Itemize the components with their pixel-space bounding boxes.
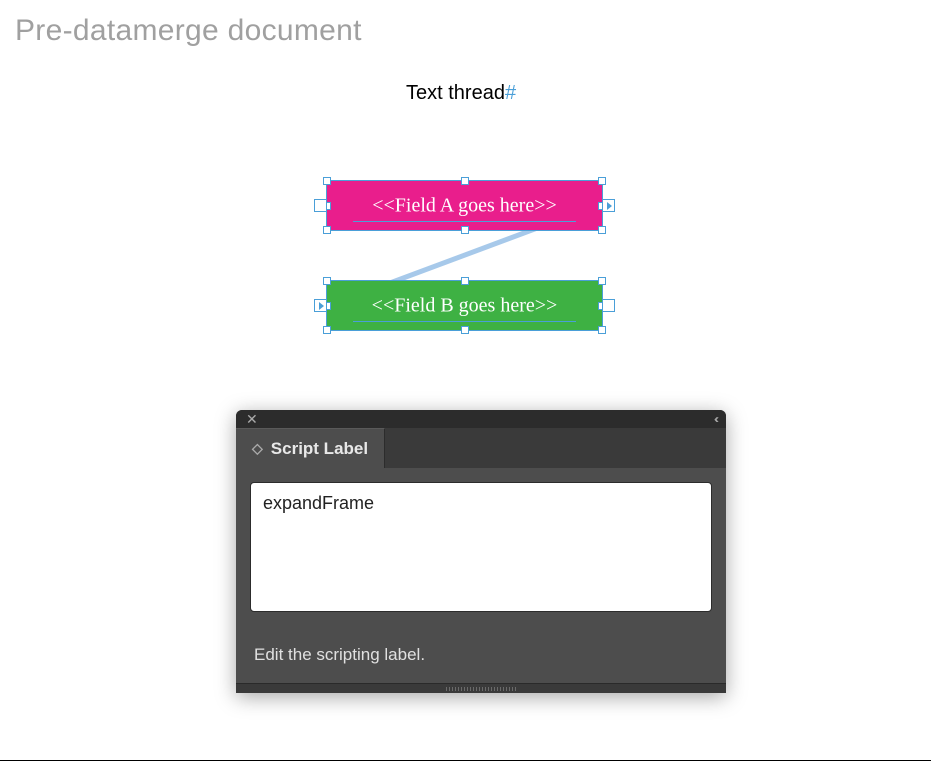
in-port[interactable]	[314, 299, 327, 312]
script-label-input[interactable]: expandFrame	[250, 482, 712, 612]
selection-handle[interactable]	[323, 177, 331, 185]
selection-handle[interactable]	[461, 326, 469, 334]
selection-handle[interactable]	[461, 177, 469, 185]
text-thread-text: Text thread	[406, 82, 505, 104]
selection-handle[interactable]	[461, 277, 469, 285]
page-heading: Pre-datamerge document	[15, 14, 362, 48]
field-b-placeholder: <<Field B goes here>>	[372, 294, 558, 317]
selection-handle[interactable]	[323, 326, 331, 334]
text-baseline-b	[353, 321, 576, 322]
panel-body: expandFrame	[236, 468, 726, 631]
end-of-story-marker: #	[505, 82, 516, 104]
thread-out-icon	[607, 202, 612, 210]
selection-handle[interactable]	[598, 226, 606, 234]
out-port[interactable]	[602, 299, 615, 312]
selection-handle[interactable]	[598, 277, 606, 285]
collapse-icon[interactable]: ‹‹	[714, 412, 716, 426]
tab-script-label[interactable]: ◇ Script Label	[236, 428, 385, 468]
selection-handle[interactable]	[598, 177, 606, 185]
out-port[interactable]	[602, 199, 615, 212]
close-icon[interactable]: ✕	[246, 412, 258, 426]
selection-handle[interactable]	[461, 226, 469, 234]
selection-handle[interactable]	[323, 226, 331, 234]
canvas-area[interactable]: <<Field A goes here>> <<Field B goes her…	[326, 180, 603, 335]
script-label-panel: ✕ ‹‹ ◇ Script Label expandFrame Edit the…	[236, 410, 726, 693]
field-a-placeholder: <<Field A goes here>>	[372, 194, 557, 217]
grip-lines-icon	[446, 687, 516, 691]
tab-grip-icon: ◇	[252, 440, 263, 457]
text-thread-label: Text thread#	[406, 82, 516, 105]
panel-titlebar[interactable]: ✕ ‹‹	[236, 410, 726, 428]
thread-in-icon	[319, 302, 324, 310]
panel-resize-grip[interactable]	[236, 683, 726, 693]
selection-handle[interactable]	[598, 326, 606, 334]
panel-tab-bar: ◇ Script Label	[236, 428, 726, 468]
in-port[interactable]	[314, 199, 327, 212]
text-baseline-a	[353, 221, 576, 222]
selection-handle[interactable]	[323, 277, 331, 285]
tab-label: Script Label	[271, 439, 368, 459]
text-frame-field-a[interactable]: <<Field A goes here>>	[326, 180, 603, 231]
panel-hint: Edit the scripting label.	[236, 631, 726, 683]
text-frame-field-b[interactable]: <<Field B goes here>>	[326, 280, 603, 331]
